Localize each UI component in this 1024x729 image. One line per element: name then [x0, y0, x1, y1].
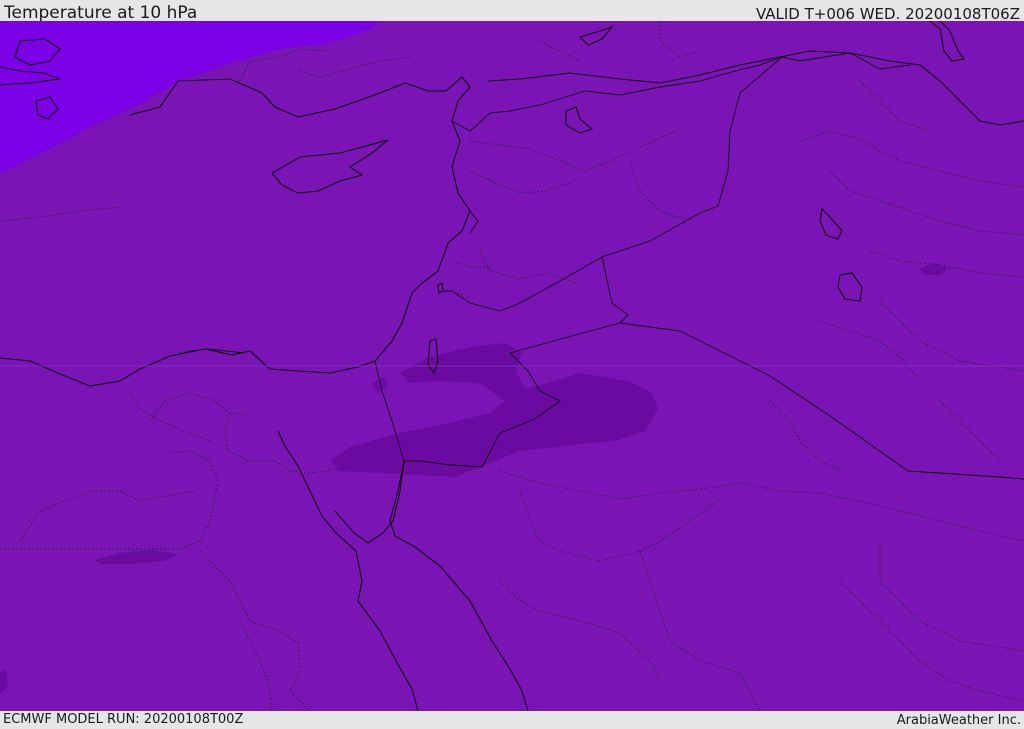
model-run-label: ECMWF MODEL RUN: 20200108T00Z	[3, 712, 244, 727]
map-title: Temperature at 10 hPa	[4, 3, 198, 23]
map-canvas	[0, 21, 1024, 711]
forecast-frame: Temperature at 10 hPa VALID T+006 WED. 2…	[0, 0, 1024, 729]
header-bar: Temperature at 10 hPa VALID T+006 WED. 2…	[0, 0, 1024, 23]
weather-map[interactable]	[0, 21, 1024, 711]
footer-bar: ECMWF MODEL RUN: 20200108T00Z ArabiaWeat…	[0, 711, 1024, 729]
credit-label: ArabiaWeather Inc.	[896, 713, 1021, 728]
